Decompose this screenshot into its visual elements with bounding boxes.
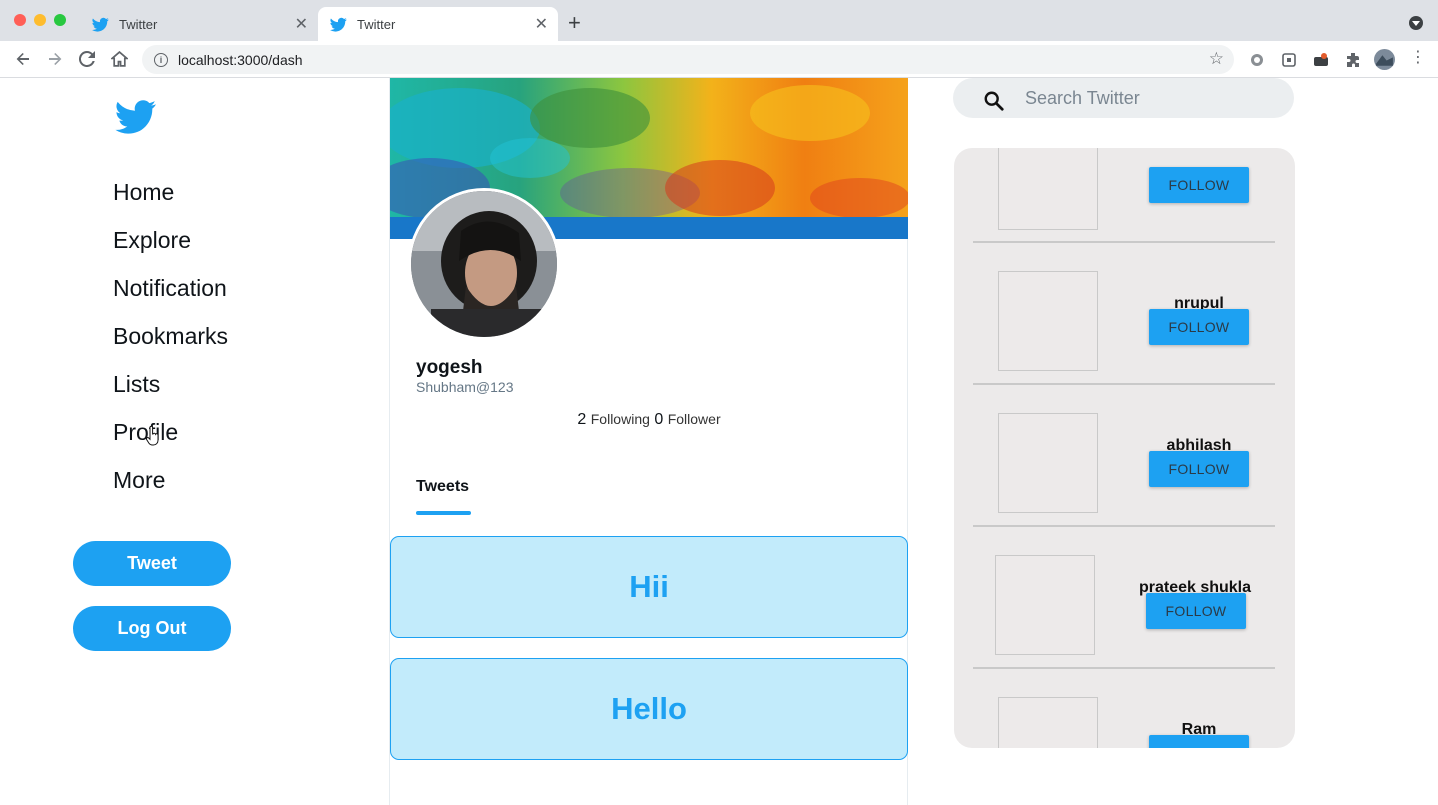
sidebar-item-explore[interactable]: Explore xyxy=(113,226,228,274)
follow-stats: 2 Following 0 Follower xyxy=(390,411,908,429)
extension-icon[interactable] xyxy=(1280,51,1298,69)
close-tab-icon[interactable]: ✕ xyxy=(295,14,308,34)
forward-arrow-icon[interactable] xyxy=(44,48,66,70)
list-item: FOLLOW xyxy=(973,148,1275,243)
profile-avatar[interactable] xyxy=(408,188,560,340)
profile-avatar-icon[interactable] xyxy=(1374,49,1395,70)
tab-tweets[interactable]: Tweets xyxy=(416,478,469,495)
back-arrow-icon[interactable] xyxy=(12,48,34,70)
browser-toolbar: i localhost:3000/dash ☆ ⋮ xyxy=(0,41,1438,78)
extension-icon[interactable] xyxy=(1312,51,1330,69)
who-to-follow-panel: FOLLOW nrupul FOLLOW abhilash FOLLOW pra… xyxy=(954,148,1295,748)
profile-photo xyxy=(411,191,557,337)
browser-menu-icon[interactable]: ⋮ xyxy=(1410,50,1426,66)
tweet-card[interactable]: Hii xyxy=(390,536,908,638)
close-window-button[interactable] xyxy=(14,14,26,26)
profile-handle: Shubham@123 xyxy=(416,379,514,395)
address-url: localhost:3000/dash xyxy=(178,51,303,68)
profile-column: yogesh Shubham@123 2 Following 0 Followe… xyxy=(389,78,908,805)
user-photo xyxy=(995,555,1095,655)
active-tab-indicator xyxy=(416,511,471,515)
list-item: Ram FOLLOW xyxy=(973,669,1275,748)
logout-button[interactable]: Log Out xyxy=(73,606,231,651)
twitter-logo-icon[interactable] xyxy=(115,100,157,136)
maximize-window-button[interactable] xyxy=(54,14,66,26)
sidebar-item-lists[interactable]: Lists xyxy=(113,370,228,418)
follow-button[interactable]: FOLLOW xyxy=(1149,309,1249,345)
user-photo xyxy=(998,148,1098,230)
sidebar-item-notification[interactable]: Notification xyxy=(113,274,228,322)
search-input[interactable] xyxy=(1025,87,1275,109)
puzzle-extensions-icon[interactable] xyxy=(1344,51,1362,69)
profile-name: yogesh xyxy=(416,357,483,378)
following-label[interactable]: Following xyxy=(591,411,650,427)
twitter-bird-icon xyxy=(330,17,347,32)
close-tab-icon[interactable]: ✕ xyxy=(535,14,548,34)
user-photo xyxy=(998,271,1098,371)
follow-button[interactable]: FOLLOW xyxy=(1149,735,1249,748)
list-item: abhilash FOLLOW xyxy=(973,385,1275,527)
search-icon xyxy=(984,91,1004,111)
sidebar-item-more[interactable]: More xyxy=(113,466,228,514)
bookmark-star-icon[interactable]: ☆ xyxy=(1209,49,1224,69)
profile-tabs: Tweets xyxy=(416,478,469,496)
sidebar-menu: Home Explore Notification Bookmarks List… xyxy=(113,178,228,514)
home-icon[interactable] xyxy=(108,48,130,70)
user-photo xyxy=(998,697,1098,748)
sidebar-item-bookmarks[interactable]: Bookmarks xyxy=(113,322,228,370)
tweet-card[interactable]: Hello xyxy=(390,658,908,760)
tab-search-icon[interactable] xyxy=(1409,16,1423,30)
sidebar-item-home[interactable]: Home xyxy=(113,178,228,226)
follower-count: 0 xyxy=(654,411,664,428)
search-bar xyxy=(953,78,1294,118)
browser-tab-bar: Twitter ✕ Twitter ✕ + xyxy=(0,0,1438,41)
reload-icon[interactable] xyxy=(76,48,98,70)
follow-button[interactable]: FOLLOW xyxy=(1149,451,1249,487)
site-info-icon[interactable]: i xyxy=(154,52,168,67)
minimize-window-button[interactable] xyxy=(34,14,46,26)
follow-button[interactable]: FOLLOW xyxy=(1149,167,1249,203)
browser-tab-title: Twitter xyxy=(119,16,158,32)
address-bar[interactable]: i localhost:3000/dash ☆ xyxy=(142,45,1234,74)
following-count: 2 xyxy=(577,411,587,428)
list-item: nrupul FOLLOW xyxy=(973,243,1275,385)
list-item: prateek shukla FOLLOW xyxy=(973,527,1275,669)
follow-button[interactable]: FOLLOW xyxy=(1146,593,1246,629)
browser-tab-2[interactable]: Twitter ✕ xyxy=(318,7,558,41)
new-tab-button[interactable]: + xyxy=(568,10,581,36)
extension-icon[interactable] xyxy=(1248,51,1266,69)
sidebar-item-profile[interactable]: Profile xyxy=(113,418,228,466)
dashboard-page: Home Explore Notification Bookmarks List… xyxy=(0,78,1438,805)
hand-cursor-icon xyxy=(146,426,159,446)
follower-label[interactable]: Follower xyxy=(668,411,721,427)
tweet-button[interactable]: Tweet xyxy=(73,541,231,586)
browser-tab-1[interactable]: Twitter ✕ xyxy=(80,7,318,41)
user-photo xyxy=(998,413,1098,513)
twitter-bird-icon xyxy=(92,17,109,32)
browser-tab-title: Twitter xyxy=(357,16,396,32)
